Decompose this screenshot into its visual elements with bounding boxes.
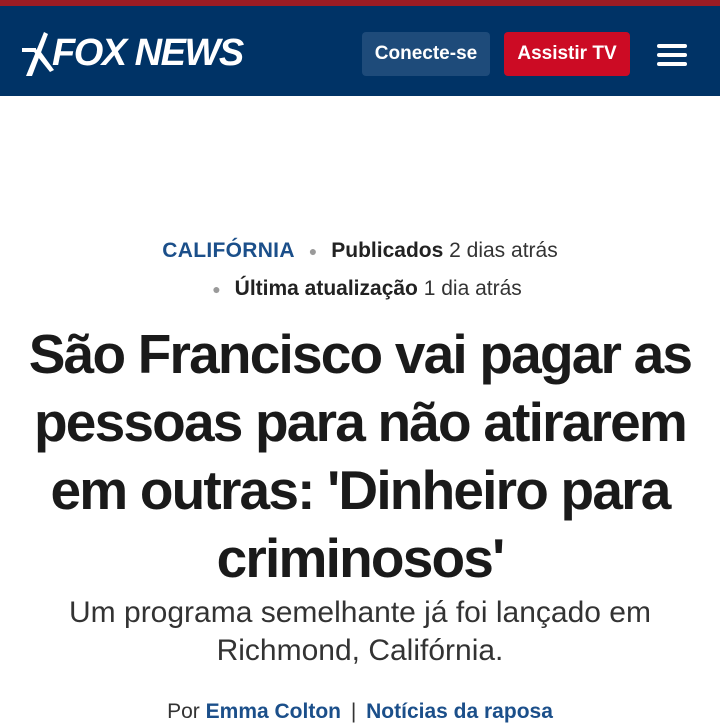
published-value: 2 dias atrás xyxy=(449,239,558,262)
article-meta-published: CALIFÓRNIA ● Publicados 2 dias atrás xyxy=(0,238,720,264)
author-link[interactable]: Emma Colton xyxy=(206,700,341,723)
hamburger-menu-icon[interactable] xyxy=(657,42,691,66)
meta-dot-separator: ● xyxy=(212,281,221,298)
article-meta-updated: ● Última atualização 1 dia atrás xyxy=(0,276,720,302)
fox-news-logo[interactable]: FOX NEWS xyxy=(22,26,244,80)
meta-dot-separator: ● xyxy=(308,243,318,260)
login-button[interactable]: Conecte-se xyxy=(362,32,490,76)
article-headline: São Francisco vai pagar as pessoas para … xyxy=(28,323,693,589)
article-byline: Por Emma Colton | Notícias da raposa xyxy=(0,699,720,725)
top-navigation-bar: FOX NEWS Conecte-se Assistir TV xyxy=(0,0,720,96)
published-label: Publicados xyxy=(331,239,444,262)
updated-label: Última atualização xyxy=(234,277,418,300)
byline-separator: | xyxy=(350,700,357,723)
byline-prefix: Por xyxy=(167,700,200,723)
category-link[interactable]: CALIFÓRNIA xyxy=(162,239,295,262)
source-link[interactable]: Notícias da raposa xyxy=(366,700,553,723)
article-subheadline: Um programa semelhante já foi lançado em… xyxy=(69,596,651,667)
updated-value: 1 dia atrás xyxy=(423,277,522,300)
watch-tv-button[interactable]: Assistir TV xyxy=(504,32,630,76)
brand-name: FOX NEWS xyxy=(52,32,244,74)
